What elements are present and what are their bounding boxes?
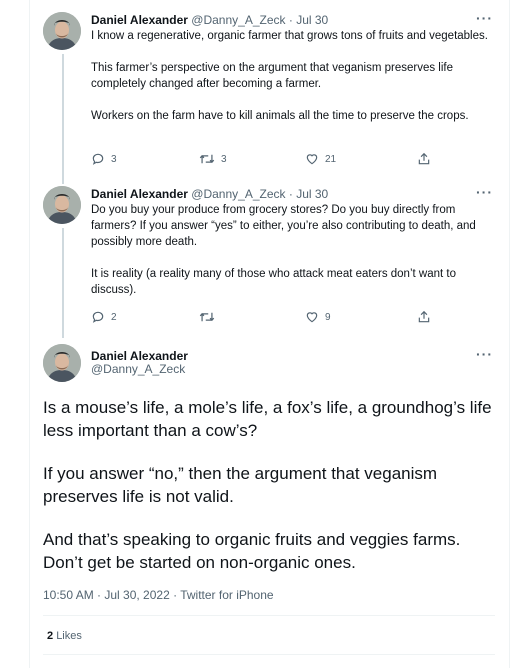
avatar-image [43, 186, 81, 224]
likes-label: Likes [56, 630, 82, 642]
tweet-paragraph: Workers on the farm have to kill animals… [91, 110, 469, 122]
tweet-header: Daniel Alexander @Danny_A_Zeck · Jul 30 [91, 186, 328, 202]
tweet-timestamp[interactable]: 10:50 AM · Jul 30, 2022 · Twitter for iP… [43, 588, 274, 602]
heart-icon [306, 312, 318, 323]
reply-icon [92, 311, 104, 323]
reply-count: 2 [111, 311, 117, 323]
author-handle[interactable]: @Danny_A_Zeck [191, 13, 285, 27]
tweet-text: Do you buy your produce from grocery sto… [91, 202, 495, 298]
divider [43, 654, 495, 655]
likes-count: 2 [47, 630, 54, 642]
retweet-icon [199, 154, 215, 164]
retweet-button[interactable] [199, 310, 221, 324]
main-tweet-text: Is a mouse’s life, a mole’s life, a fox’… [43, 396, 493, 594]
like-button[interactable]: 9 [305, 310, 331, 324]
main-tweet-header: Daniel Alexander @Danny_A_Zeck ··· [43, 344, 497, 384]
share-icon [418, 310, 430, 323]
reply-button[interactable]: 2 [91, 310, 117, 324]
author-handle[interactable]: @Danny_A_Zeck [191, 187, 285, 201]
avatar[interactable] [43, 344, 81, 382]
avatar-image [43, 344, 81, 382]
likes-summary[interactable]: 2 Likes [47, 630, 82, 642]
author-name[interactable]: Daniel Alexander [91, 187, 188, 201]
separator: · [288, 13, 293, 27]
heart-icon [306, 154, 318, 165]
separator: · [288, 187, 293, 201]
tweet-paragraph: Is a mouse’s life, a mole’s life, a fox’… [43, 398, 492, 440]
tweet-header: Daniel Alexander @Danny_A_Zeck · Jul 30 [91, 12, 328, 28]
tweet-paragraph: If you answer “no,” then the argument th… [43, 464, 438, 506]
author-name[interactable]: Daniel Alexander [91, 13, 188, 27]
like-count: 9 [325, 311, 331, 323]
tweet-actions: 3 3 21 [91, 152, 451, 168]
retweet-icon [199, 312, 215, 322]
reply-count: 3 [111, 153, 117, 165]
divider [43, 615, 495, 616]
more-options-icon[interactable]: ··· [476, 11, 493, 25]
tweet-text: I know a regenerative, organic farmer th… [91, 28, 495, 124]
tweet-paragraph: And that’s speaking to organic fruits an… [43, 530, 461, 572]
tweet-paragraph: I know a regenerative, organic farmer th… [91, 30, 488, 42]
more-options-icon[interactable]: ··· [476, 347, 493, 361]
more-options-icon[interactable]: ··· [476, 185, 493, 199]
avatar[interactable] [43, 186, 81, 224]
like-count: 21 [325, 153, 337, 165]
retweet-button[interactable]: 3 [199, 152, 227, 166]
tweet-paragraph: This farmer’s perspective on the argumen… [91, 62, 453, 90]
share-button[interactable] [417, 152, 431, 166]
tweet-date[interactable]: Jul 30 [296, 187, 328, 201]
timeline-border-left [29, 0, 30, 668]
tweet-paragraph: It is reality (a reality many of those w… [91, 268, 456, 296]
retweet-count: 3 [221, 153, 227, 165]
tweet-actions: 2 9 [91, 310, 451, 326]
author-handle[interactable]: @Danny_A_Zeck [91, 362, 185, 376]
tweet-2[interactable]: Daniel Alexander @Danny_A_Zeck · Jul 30 … [43, 185, 497, 332]
share-button[interactable] [417, 310, 431, 324]
reply-icon [92, 153, 104, 165]
avatar[interactable] [43, 12, 81, 50]
timeline-border-right [509, 0, 510, 668]
tweet-date[interactable]: Jul 30 [296, 13, 328, 27]
share-icon [418, 152, 430, 165]
tweet-paragraph: Do you buy your produce from grocery sto… [91, 204, 476, 248]
author-name[interactable]: Daniel Alexander [91, 349, 188, 363]
reply-button[interactable]: 3 [91, 152, 117, 166]
tweet-1[interactable]: Daniel Alexander @Danny_A_Zeck · Jul 30 … [43, 11, 497, 172]
like-button[interactable]: 21 [305, 152, 336, 166]
avatar-image [43, 12, 81, 50]
